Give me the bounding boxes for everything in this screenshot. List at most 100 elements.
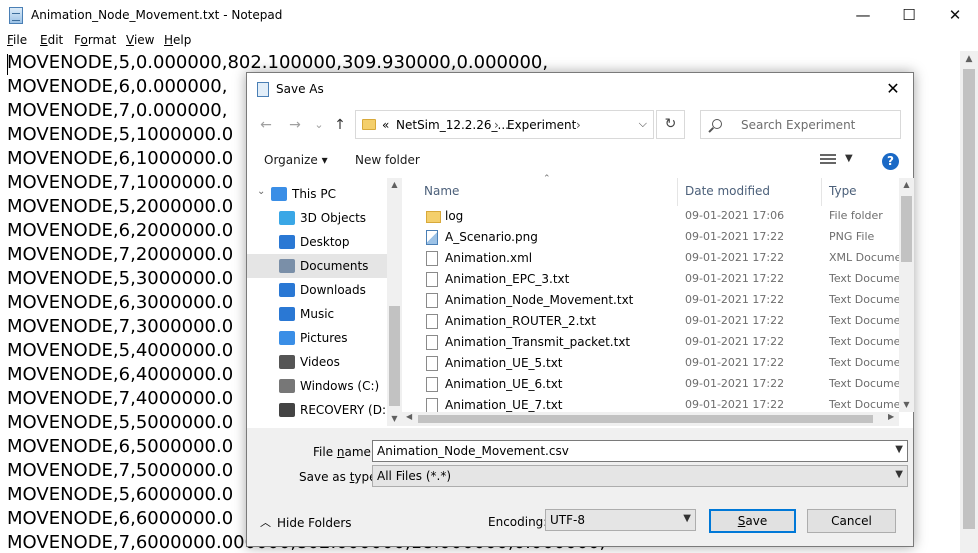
hide-folders-button[interactable]: Hide Folders xyxy=(277,516,352,530)
text-line[interactable]: MOVENODE,5,3000000.0 xyxy=(7,267,233,291)
scroll-up-arrow-icon[interactable]: ▲ xyxy=(899,180,914,189)
column-divider[interactable] xyxy=(821,178,822,206)
text-line[interactable]: MOVENODE,5,1000000.0 xyxy=(7,123,233,147)
scroll-thumb[interactable] xyxy=(901,196,912,262)
file-row[interactable]: Animation_UE_7.txt 09-01-2021 17:22 Text D… xyxy=(402,395,899,412)
save-button[interactable]: Save xyxy=(709,509,796,533)
scroll-thumb[interactable] xyxy=(963,69,975,529)
back-arrow-icon[interactable]: ← xyxy=(255,115,277,135)
menu-help[interactable]: Help xyxy=(164,33,191,47)
expand-chevron-icon[interactable]: ⌄ xyxy=(257,186,265,197)
search-box[interactable]: Search Experiment xyxy=(700,110,901,139)
menu-file[interactable]: File xyxy=(7,33,27,47)
column-type[interactable]: Type xyxy=(829,184,857,198)
text-line[interactable]: MOVENODE,5,6000000.0 xyxy=(7,483,233,507)
text-line[interactable]: MOVENODE,7,5000000.0 xyxy=(7,459,233,483)
file-row[interactable]: Animation_ROUTER_2.txt 09-01-2021 17:22 Te… xyxy=(402,311,899,332)
close-button[interactable]: ✕ xyxy=(932,0,978,31)
search-placeholder: Search Experiment xyxy=(741,118,856,132)
nav-item-videos[interactable]: Videos xyxy=(247,350,387,374)
nav-item-downloads[interactable]: Downloads xyxy=(247,278,387,302)
text-line[interactable]: MOVENODE,6,3000000.0 xyxy=(7,291,233,315)
chevron-down-icon[interactable]: ▼ xyxy=(895,444,903,455)
chevron-down-icon[interactable]: ▼ xyxy=(895,469,903,480)
file-row[interactable]: Animation_Node_Movement.txt 09-01-2021 17… xyxy=(402,290,899,311)
menu-view[interactable]: View xyxy=(126,33,154,47)
editor-vertical-scrollbar[interactable]: ▲ xyxy=(960,51,978,553)
text-line[interactable]: MOVENODE,7,3000000.0 xyxy=(7,315,233,339)
column-name[interactable]: Name xyxy=(424,184,459,198)
file-type: XML Docume xyxy=(829,251,899,264)
column-divider[interactable] xyxy=(677,178,678,206)
text-line[interactable]: MOVENODE,5,4000000.0 xyxy=(7,339,233,363)
column-date-modified[interactable]: Date modified xyxy=(685,184,770,198)
file-row[interactable]: Animation_Transmit_packet.txt 09-01-2021 … xyxy=(402,332,899,353)
nav-item-windows-c[interactable]: Windows (C:) xyxy=(247,374,387,398)
text-line[interactable]: MOVENODE,7,1000000.0 xyxy=(7,171,233,195)
chevron-down-icon[interactable]: ▼ xyxy=(683,513,691,524)
scroll-down-arrow-icon[interactable]: ▼ xyxy=(387,414,402,423)
file-row[interactable]: log 09-01-2021 17:06 File folder xyxy=(402,206,899,227)
address-dropdown-icon[interactable]: ⌵ xyxy=(639,117,647,131)
recent-locations-icon[interactable]: ⌄ xyxy=(308,115,330,135)
nav-item-documents[interactable]: Documents xyxy=(247,254,387,278)
scroll-left-arrow-icon[interactable]: ◀ xyxy=(406,412,412,421)
file-name-value[interactable]: Animation_Node_Movement.csv xyxy=(377,444,569,458)
nav-item-this-pc[interactable]: ⌄ This PC xyxy=(247,182,387,206)
text-line[interactable]: MOVENODE,5,5000000.0 xyxy=(7,411,233,435)
text-line[interactable]: MOVENODE,6,2000000.0 xyxy=(7,219,233,243)
cancel-button[interactable]: Cancel xyxy=(807,509,896,533)
chevron-up-icon[interactable]: ︿ xyxy=(260,514,271,530)
encoding-select[interactable]: UTF-8 ▼ xyxy=(545,509,696,531)
save-as-type-select[interactable]: All Files (*.*) ▼ xyxy=(372,465,908,487)
nav-item-pictures[interactable]: Pictures xyxy=(247,326,387,350)
file-row[interactable]: A_Scenario.png 09-01-2021 17:22 PNG File xyxy=(402,227,899,248)
file-list-horizontal-scrollbar[interactable]: ◀ ▶ xyxy=(402,412,899,426)
file-row[interactable]: Animation.xml 09-01-2021 17:22 XML Docume xyxy=(402,248,899,269)
text-line[interactable]: MOVENODE,7,2000000.0 xyxy=(7,243,233,267)
file-list-vertical-scrollbar[interactable]: ▲ ▼ xyxy=(899,178,914,412)
scroll-right-arrow-icon[interactable]: ▶ xyxy=(888,412,894,421)
file-row[interactable]: Animation_UE_6.txt 09-01-2021 17:22 Text D… xyxy=(402,374,899,395)
file-name-field[interactable]: Animation_Node_Movement.csv ▼ xyxy=(372,440,908,462)
nav-item-music[interactable]: Music xyxy=(247,302,387,326)
menu-format[interactable]: Format xyxy=(74,33,116,47)
address-bar[interactable]: « NetSim_12.2.26_... › Experiment › ⌵ xyxy=(355,110,654,139)
file-row[interactable]: Animation_UE_5.txt 09-01-2021 17:22 Text D… xyxy=(402,353,899,374)
scroll-thumb[interactable] xyxy=(389,306,400,406)
scroll-up-arrow-icon[interactable]: ▲ xyxy=(960,51,978,68)
text-line[interactable]: MOVENODE,6,0.000000, xyxy=(7,75,227,99)
maximize-button[interactable]: ☐ xyxy=(886,0,932,31)
text-line[interactable]: MOVENODE,6,1000000.0 xyxy=(7,147,233,171)
nav-item-3d-objects[interactable]: 3D Objects xyxy=(247,206,387,230)
minimize-button[interactable]: — xyxy=(840,0,886,31)
text-line[interactable]: MOVENODE,6,4000000.0 xyxy=(7,363,233,387)
text-line[interactable]: MOVENODE,7,0.000000, xyxy=(7,99,227,123)
breadcrumb-experiment[interactable]: Experiment xyxy=(507,118,576,132)
up-arrow-icon[interactable]: ↑ xyxy=(329,115,351,135)
help-icon[interactable]: ? xyxy=(882,153,899,170)
forward-arrow-icon[interactable]: → xyxy=(284,115,306,135)
file-row[interactable]: Animation_EPC_3.txt 09-01-2021 17:22 Text … xyxy=(402,269,899,290)
breadcrumb-netsim[interactable]: NetSim_12.2.26_... xyxy=(396,118,509,132)
document-icon xyxy=(426,356,438,371)
nav-pane-scrollbar[interactable]: ▲ ▼ xyxy=(387,178,402,426)
view-dropdown-icon[interactable]: ▼ xyxy=(845,153,853,164)
new-folder-button[interactable]: New folder xyxy=(355,153,420,167)
text-line[interactable]: MOVENODE,5,2000000.0 xyxy=(7,195,233,219)
nav-item-desktop[interactable]: Desktop xyxy=(247,230,387,254)
scroll-thumb[interactable] xyxy=(418,415,873,423)
dialog-close-button[interactable]: ✕ xyxy=(873,73,913,105)
menu-edit[interactable]: Edit xyxy=(40,33,63,47)
organize-button[interactable]: Organize ▾ xyxy=(264,153,328,167)
document-icon xyxy=(426,377,438,392)
text-line[interactable]: MOVENODE,6,5000000.0 xyxy=(7,435,233,459)
breadcrumb-overflow[interactable]: « xyxy=(382,118,389,132)
text-line[interactable]: MOVENODE,6,6000000.0 xyxy=(7,507,233,531)
nav-item-recovery-d[interactable]: RECOVERY (D:) xyxy=(247,398,391,422)
scroll-down-arrow-icon[interactable]: ▼ xyxy=(899,400,914,409)
view-options-icon[interactable] xyxy=(820,154,836,166)
refresh-button[interactable]: ↻ xyxy=(656,110,685,139)
scroll-up-arrow-icon[interactable]: ▲ xyxy=(387,180,402,189)
text-line[interactable]: MOVENODE,7,4000000.0 xyxy=(7,387,233,411)
